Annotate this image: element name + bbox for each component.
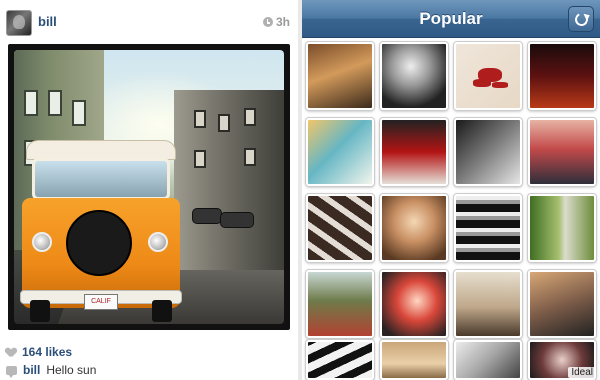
grid-thumbnail[interactable] [306, 270, 374, 338]
grid-thumbnail[interactable] [306, 42, 374, 110]
van-headlight [32, 232, 52, 252]
post-footer: 164 likes bill Hello sun [0, 338, 298, 380]
post-header: bill 3h [0, 0, 298, 40]
comment-icon [6, 365, 17, 378]
van-wheel [152, 300, 172, 322]
window [244, 148, 256, 166]
window [194, 150, 206, 168]
grid-thumbnail[interactable] [380, 42, 448, 110]
van-wheel [30, 300, 50, 322]
grid-thumbnail[interactable] [306, 340, 374, 380]
grid-thumbnail[interactable] [306, 118, 374, 186]
van-windshield [32, 158, 170, 200]
grid-thumbnail[interactable] [380, 194, 448, 262]
caption-text: Hello sun [46, 363, 97, 377]
grid-thumbnail[interactable] [528, 194, 596, 262]
post-time: 3h [262, 15, 290, 29]
likes-row[interactable]: 164 likes [6, 345, 72, 359]
post-photo[interactable]: CALIF [8, 44, 290, 330]
popular-screen: Popular Ideal [302, 0, 600, 380]
caption-username[interactable]: bill [23, 363, 40, 377]
orange-van: CALIF [20, 140, 182, 322]
parked-car [220, 212, 254, 228]
clock-icon [262, 17, 273, 27]
van-headlight [148, 232, 168, 252]
grid-thumbnail[interactable] [306, 194, 374, 262]
window [194, 110, 206, 128]
grid-thumbnail[interactable] [454, 270, 522, 338]
photo-image: CALIF [14, 50, 284, 324]
building-right [174, 90, 284, 270]
window [72, 100, 86, 126]
grid-thumbnail[interactable] [380, 340, 448, 380]
grid-thumbnail[interactable] [380, 270, 448, 338]
heart-icon [6, 348, 16, 357]
grid-thumbnail[interactable] [528, 118, 596, 186]
grid-thumbnail[interactable] [528, 42, 596, 110]
license-plate: CALIF [84, 294, 118, 310]
nav-title: Popular [419, 9, 483, 28]
grid-thumbnail[interactable] [454, 42, 522, 110]
user-avatar[interactable] [6, 10, 32, 36]
feed-post: bill 3h CALIF 164 likes bill Hello sun [0, 0, 298, 380]
grid-thumbnail[interactable] [454, 194, 522, 262]
grid-thumbnail[interactable] [454, 340, 522, 380]
window [48, 90, 62, 116]
grid-thumbnail[interactable] [528, 270, 596, 338]
window [218, 114, 230, 132]
likes-count: 164 likes [22, 345, 73, 359]
grid-thumbnail[interactable] [380, 118, 448, 186]
spare-tire [66, 210, 132, 276]
post-username[interactable]: bill [38, 14, 57, 29]
window [244, 108, 256, 126]
refresh-button[interactable] [568, 6, 594, 32]
van-roof [26, 140, 176, 160]
watermark-badge: Ideal [568, 367, 596, 378]
parked-car [192, 208, 222, 224]
caption-row: bill Hello sun [6, 363, 97, 378]
grid-thumbnail[interactable] [454, 118, 522, 186]
window [24, 90, 38, 116]
refresh-icon [572, 10, 590, 28]
nav-bar: Popular [302, 0, 600, 38]
post-time-text: 3h [275, 15, 290, 29]
